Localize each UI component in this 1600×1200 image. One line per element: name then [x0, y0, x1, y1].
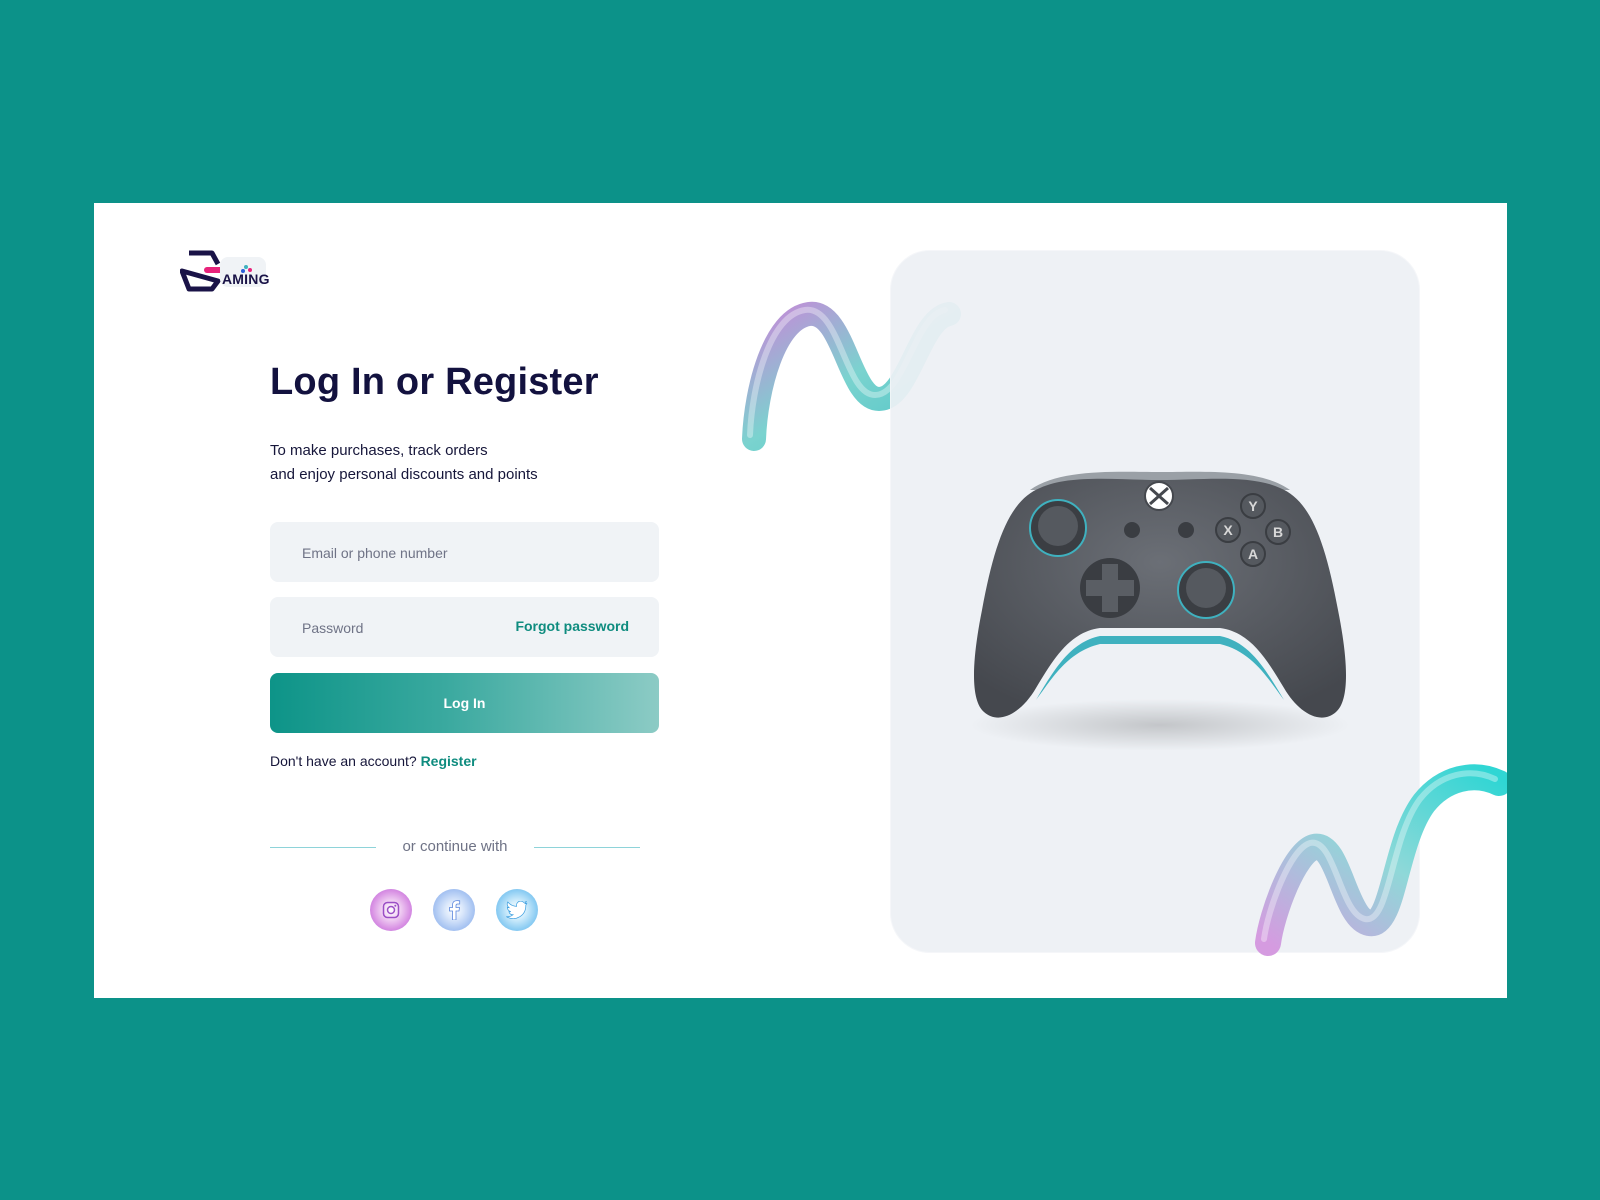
login-card: AMING Log In or Register To make purchas… — [94, 203, 1507, 998]
email-input[interactable] — [300, 522, 524, 584]
gaming-logo[interactable]: AMING — [180, 249, 272, 293]
instagram-button[interactable] — [370, 889, 412, 931]
register-prompt: Don't have an account? Register — [270, 753, 477, 769]
svg-text:Y: Y — [1248, 498, 1258, 514]
password-input[interactable] — [300, 597, 524, 659]
svg-text:A: A — [1248, 546, 1258, 562]
email-field[interactable] — [270, 522, 659, 584]
page-subtitle: To make purchases, track orders and enjo… — [270, 439, 650, 487]
password-field[interactable]: Forgot password — [270, 597, 659, 659]
facebook-icon — [449, 900, 461, 920]
svg-text:B: B — [1273, 524, 1283, 540]
twitter-button[interactable] — [496, 889, 538, 931]
facebook-button[interactable] — [433, 889, 475, 931]
no-account-text: Don't have an account? — [270, 753, 417, 769]
login-button[interactable]: Log In — [270, 673, 659, 733]
decorative-squiggle-bottom — [1255, 764, 1507, 956]
subtitle-line-2: and enjoy personal discounts and points — [270, 466, 538, 483]
svg-text:X: X — [1223, 522, 1233, 538]
logo-wordmark: AMING — [222, 271, 270, 287]
page-title: Log In or Register — [270, 361, 599, 403]
divider-text: or continue with — [402, 838, 508, 855]
gamepad-controller-image: Y X B A — [970, 471, 1350, 750]
instagram-icon — [382, 901, 400, 919]
twitter-icon — [506, 901, 528, 919]
divider-line-right — [534, 847, 640, 848]
subtitle-line-1: To make purchases, track orders — [270, 442, 488, 459]
forgot-password-link[interactable]: Forgot password — [515, 618, 629, 634]
divider-line-left — [270, 847, 376, 848]
register-link[interactable]: Register — [421, 753, 477, 769]
